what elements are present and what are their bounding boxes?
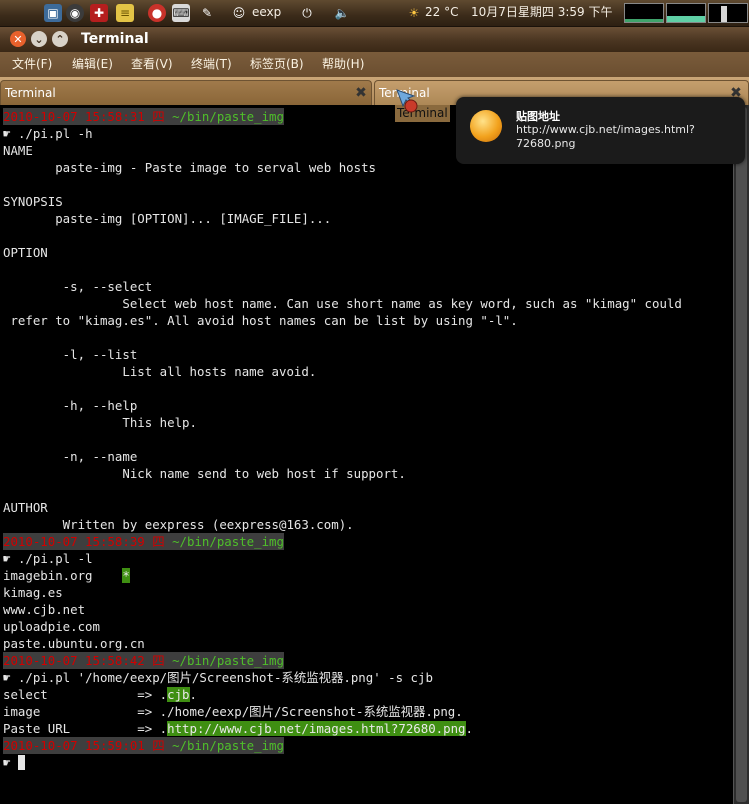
- help-line: -h, --help: [3, 398, 138, 413]
- prompt-date: 2010-10-07 15:58:42 四: [3, 653, 165, 668]
- command-text: ./pi.pl -h: [17, 126, 93, 141]
- command-line: ☛ ./pi.pl -l: [3, 550, 93, 567]
- close-tab-icon[interactable]: ✖: [354, 86, 368, 100]
- help-line: Nick name send to web host if support.: [3, 466, 406, 481]
- notes-icon[interactable]: ≡: [116, 4, 134, 22]
- tab-label: Terminal: [5, 86, 56, 100]
- hand-pointer-icon: ☛: [3, 755, 11, 770]
- top-panel: ▣ ◉ ✚ ≡ ● ⌨ ✎ ☺ eexp ⏻ 🔈 ☀ 22 °C 10月7日星期…: [0, 0, 749, 27]
- network-monitor-graph[interactable]: [708, 3, 748, 23]
- help-line: Written by eexpress (eexpress@163.com).: [3, 517, 354, 532]
- output-select: select => .cjb.: [3, 686, 197, 703]
- prompt-path: ~/bin/paste_img: [172, 738, 284, 753]
- prompt-date: 2010-10-07 15:58:31 四: [3, 109, 165, 124]
- drag-cursor-icon: [395, 88, 421, 114]
- menu-file[interactable]: 文件(F): [12, 52, 52, 77]
- window-title: Terminal: [81, 31, 149, 47]
- output-value: cjb: [167, 687, 190, 702]
- host-name: imagebin.org: [3, 568, 93, 583]
- help-line: AUTHOR: [3, 500, 48, 515]
- menubar: 文件(F) 编辑(E) 查看(V) 终端(T) 标签页(B) 帮助(H): [0, 52, 749, 77]
- memory-monitor-graph[interactable]: [666, 3, 706, 23]
- prompt-line: 2010-10-07 15:58:42 四 ~/bin/paste_img: [3, 652, 284, 669]
- help-line: NAME: [3, 143, 33, 158]
- weather-icon[interactable]: ☀: [405, 4, 423, 22]
- host-line: www.cjb.net: [3, 602, 86, 617]
- notification-body: http://www.cjb.net/images.html? 72680.pn…: [516, 123, 695, 150]
- menu-terminal[interactable]: 终端(T): [191, 52, 232, 77]
- host-marker: *: [122, 568, 130, 583]
- terminal-screen[interactable]: 2010-10-07 15:58:31 四 ~/bin/paste_img ☛ …: [0, 105, 733, 804]
- prompt-date: 2010-10-07 15:59:01 四: [3, 738, 165, 753]
- help-line: This help.: [3, 415, 197, 430]
- help-line: paste-img - Paste image to serval web ho…: [3, 160, 376, 175]
- command-line: ☛: [3, 754, 25, 771]
- ime-flag-icon[interactable]: ✚: [90, 4, 108, 22]
- help-line: Select web host name. Can use short name…: [3, 296, 682, 311]
- host-line: paste.ubuntu.org.cn: [3, 636, 145, 651]
- prompt-line: 2010-10-07 15:58:31 四 ~/bin/paste_img: [3, 108, 284, 125]
- minimize-window-button[interactable]: ⌄: [31, 31, 47, 47]
- user-icon[interactable]: ☺: [230, 4, 248, 22]
- weather-temp[interactable]: 22 °C: [425, 0, 458, 25]
- window-titlebar[interactable]: ✕ ⌄ ⌃ Terminal: [0, 27, 749, 52]
- prompt-path: ~/bin/paste_img: [172, 653, 284, 668]
- hand-pointer-icon: ☛: [3, 551, 11, 566]
- help-line: -s, --select: [3, 279, 153, 294]
- output-image: image => ./home/eexp/图片/Screenshot-系统监视器…: [3, 704, 463, 719]
- command-line: ☛ ./pi.pl '/home/eexp/图片/Screenshot-系统监视…: [3, 669, 433, 686]
- paste-url-link[interactable]: http://www.cjb.net/images.html?72680.png: [167, 721, 466, 736]
- help-line: SYNOPSIS: [3, 194, 63, 209]
- clock[interactable]: 10月7日星期四 3:59 下午: [471, 0, 612, 25]
- help-line: OPTION: [3, 245, 48, 260]
- help-line: paste-img [OPTION]... [IMAGE_FILE]...: [3, 211, 332, 226]
- command-line: ☛ ./pi.pl -h: [3, 125, 93, 142]
- prompt-line: 2010-10-07 15:58:39 四 ~/bin/paste_img: [3, 533, 284, 550]
- prompt-path: ~/bin/paste_img: [172, 534, 284, 549]
- output-url: Paste URL => .http://www.cjb.net/images.…: [3, 720, 473, 737]
- notification-bubble[interactable]: 贴图地址 http://www.cjb.net/images.html? 726…: [456, 97, 745, 164]
- terminal-scrollbar[interactable]: [733, 105, 749, 804]
- apps-menu-icon[interactable]: ▣: [44, 4, 62, 22]
- help-line: refer to "kimag.es". All avoid host name…: [3, 313, 518, 328]
- scrollbar-thumb[interactable]: [736, 107, 747, 802]
- prompt-path: ~/bin/paste_img: [172, 109, 284, 124]
- command-text: ./pi.pl '/home/eexp/图片/Screenshot-系统监视器.…: [17, 670, 433, 685]
- places-icon[interactable]: ◉: [66, 4, 84, 22]
- user-name[interactable]: eexp: [252, 0, 281, 25]
- text-cursor: [17, 755, 25, 770]
- prompt-date: 2010-10-07 15:58:39 四: [3, 534, 165, 549]
- maximize-window-button[interactable]: ⌃: [52, 31, 68, 47]
- host-line: kimag.es: [3, 585, 63, 600]
- menu-tabs[interactable]: 标签页(B): [250, 52, 304, 77]
- red-ball-icon[interactable]: ●: [148, 4, 166, 22]
- output-end: .: [189, 687, 197, 702]
- help-line: List all hosts name avoid.: [3, 364, 317, 379]
- help-line: -n, --name: [3, 449, 138, 464]
- close-window-button[interactable]: ✕: [10, 31, 26, 47]
- power-icon[interactable]: ⏻: [298, 4, 316, 22]
- host-line: uploadpie.com: [3, 619, 100, 634]
- command-text: ./pi.pl -l: [17, 551, 93, 566]
- menu-help[interactable]: 帮助(H): [322, 52, 364, 77]
- keyboard-icon[interactable]: ⌨: [172, 4, 190, 22]
- help-line: -l, --list: [3, 347, 138, 362]
- host-line: imagebin.org *: [3, 567, 130, 584]
- brush-icon[interactable]: ✎: [198, 4, 216, 22]
- menu-view[interactable]: 查看(V): [131, 52, 173, 77]
- prompt-line: 2010-10-07 15:59:01 四 ~/bin/paste_img: [3, 737, 284, 754]
- cpu-monitor-graph[interactable]: [624, 3, 664, 23]
- output-label: Paste URL => .: [3, 721, 168, 736]
- tab-terminal-1[interactable]: Terminal ✖: [0, 80, 372, 105]
- weather-sun-icon: [470, 110, 502, 142]
- hand-pointer-icon: ☛: [3, 670, 11, 685]
- output-label: select => .: [3, 687, 168, 702]
- hand-pointer-icon: ☛: [3, 126, 11, 141]
- output-end: .: [465, 721, 473, 736]
- notification-title: 贴图地址: [516, 110, 560, 123]
- menu-edit[interactable]: 编辑(E): [72, 52, 113, 77]
- volume-icon[interactable]: 🔈: [333, 4, 351, 22]
